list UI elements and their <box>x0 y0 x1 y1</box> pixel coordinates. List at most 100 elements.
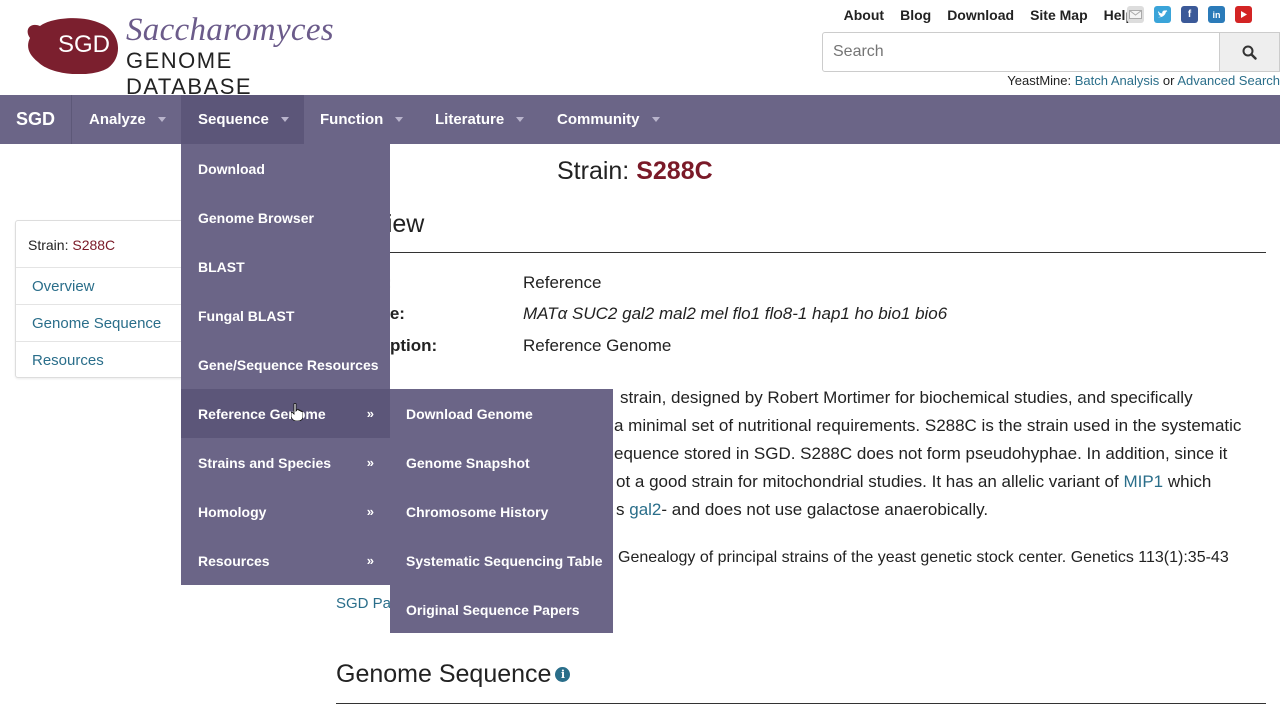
nav-community[interactable]: Community <box>541 95 671 144</box>
submenu-item-label: Genome Snapshot <box>406 454 530 471</box>
menu-item-fungal-blast[interactable]: Fungal BLAST <box>181 291 390 340</box>
genome-sequence-heading-text: Genome Sequence <box>336 660 552 688</box>
submenu-arrow-icon: » <box>366 455 374 470</box>
sidebar-strain-label: Strain: <box>28 237 69 253</box>
sgd-logo[interactable]: SGD Saccharomyces GENOME DATABASE <box>22 12 362 99</box>
logo-title: Saccharomyces <box>126 12 334 48</box>
mip1-link[interactable]: MIP1 <box>1123 472 1163 491</box>
page-title-strain: S288C <box>636 157 713 185</box>
page-title: Strain: S288C <box>557 157 713 186</box>
para-line: equence stored in SGD. S288C does not fo… <box>614 444 1228 463</box>
para-line: ot a good strain for mitochondrial studi… <box>616 472 1124 491</box>
email-icon[interactable] <box>1127 6 1144 23</box>
menu-item-gene-sequence-resources[interactable]: Gene/Sequence Resources <box>181 340 390 389</box>
nav-analyze[interactable]: Analyze <box>72 95 182 144</box>
menu-item-download[interactable]: Download <box>181 144 390 193</box>
para-line-mip1: ot a good strain for mitochondrial studi… <box>616 472 1211 492</box>
nav-function[interactable]: Function <box>304 95 420 144</box>
para-line: s <box>616 500 630 519</box>
genome-sequence-divider <box>336 703 1266 704</box>
menu-item-reference-genome[interactable]: Reference Genome » <box>181 389 390 438</box>
facebook-icon[interactable]: f <box>1181 6 1198 23</box>
youtube-icon[interactable] <box>1235 6 1252 23</box>
menu-item-homology[interactable]: Homology » <box>181 487 390 536</box>
menu-item-label: Download <box>198 160 265 177</box>
sidebar-strain-name: S288C <box>72 237 116 253</box>
nav-brand-sgd[interactable]: SGD <box>0 95 72 144</box>
search-button[interactable] <box>1219 32 1280 72</box>
submenu-arrow-icon: » <box>366 504 374 519</box>
sequence-dropdown-menu: Download Genome Browser BLAST Fungal BLA… <box>181 144 390 585</box>
advanced-search-link[interactable]: Advanced Search <box>1177 73 1280 88</box>
menu-item-label: Fungal BLAST <box>198 307 295 324</box>
sidebar: Strain: S288C Overview Genome Sequence R… <box>15 220 196 378</box>
batch-analysis-link[interactable]: Batch Analysis <box>1075 73 1160 88</box>
blog-link[interactable]: Blog <box>900 7 931 23</box>
info-icon[interactable]: i <box>555 667 571 682</box>
submenu-item-download-genome[interactable]: Download Genome <box>390 389 613 438</box>
submenu-arrow-icon: » <box>366 553 374 568</box>
nav-literature[interactable]: Literature <box>420 95 541 144</box>
nav-label: Literature <box>435 111 505 128</box>
submenu-item-original-sequence-papers[interactable]: Original Sequence Papers <box>390 585 613 634</box>
nav-sequence[interactable]: Sequence <box>181 95 304 144</box>
about-link[interactable]: About <box>844 7 884 23</box>
submenu-item-label: Download Genome <box>406 405 533 422</box>
row-value-genotype: MATα SUC2 gal2 mal2 mel flo1 flo8-1 hap1… <box>523 304 948 323</box>
gal2-link[interactable]: gal2 <box>629 500 661 519</box>
submenu-arrow-icon: » <box>366 406 374 421</box>
caret-down-icon <box>280 117 289 122</box>
twitter-icon[interactable] <box>1154 6 1171 23</box>
nav-label: Community <box>557 111 640 128</box>
hand-cursor-icon <box>291 403 303 421</box>
sidebar-item-label: Resources <box>32 351 104 369</box>
reference-genome-submenu: Download Genome Genome Snapshot Chromoso… <box>390 389 613 633</box>
nav-label: Analyze <box>89 111 146 128</box>
para-line-gal2: s gal2- and does not use galactose anaer… <box>616 500 988 520</box>
menu-item-label: Gene/Sequence Resources <box>198 356 379 373</box>
submenu-item-label: Original Sequence Papers <box>406 601 580 618</box>
reference-citation: Genealogy of principal strains of the ye… <box>618 549 1229 566</box>
sidebar-item-resources[interactable]: Resources <box>16 341 196 378</box>
sidebar-item-overview[interactable]: Overview <box>16 267 196 304</box>
sidebar-item-label: Overview <box>32 277 95 295</box>
submenu-item-genome-snapshot[interactable]: Genome Snapshot <box>390 438 613 487</box>
menu-item-genome-browser[interactable]: Genome Browser <box>181 193 390 242</box>
sidebar-item-genome-sequence[interactable]: Genome Sequence <box>16 304 196 341</box>
menu-item-label: Homology <box>198 503 267 520</box>
search-input[interactable] <box>822 32 1220 72</box>
nav-label: Sequence <box>198 111 269 128</box>
submenu-item-systematic-sequencing-table[interactable]: Systematic Sequencing Table <box>390 536 613 585</box>
para-line: a minimal set of nutritional requirement… <box>614 416 1242 435</box>
or-text: or <box>1162 73 1175 88</box>
social-icons: f in <box>1127 6 1252 23</box>
para-line: - and does not use galactose anaerobical… <box>661 500 989 519</box>
logo-subtitle: GENOME DATABASE <box>126 48 253 99</box>
menu-item-label: Genome Browser <box>198 209 314 226</box>
main-nav: SGD Analyze Sequence Function Literature… <box>0 95 1280 144</box>
submenu-item-label: Systematic Sequencing Table <box>406 552 603 569</box>
sidebar-item-label: Genome Sequence <box>32 314 162 332</box>
menu-item-label: BLAST <box>198 258 245 275</box>
caret-down-icon <box>516 117 525 122</box>
menu-item-label: Strains and Species <box>198 454 332 471</box>
menu-item-resources[interactable]: Resources » <box>181 536 390 585</box>
menu-item-strains-and-species[interactable]: Strains and Species » <box>181 438 390 487</box>
search-icon <box>1242 45 1257 60</box>
row-value-status: Reference <box>523 273 602 292</box>
submenu-item-chromosome-history[interactable]: Chromosome History <box>390 487 613 536</box>
linkedin-icon[interactable]: in <box>1208 6 1225 23</box>
logo-abbrev: SGD <box>58 31 111 58</box>
row-value-description: Reference Genome <box>523 336 672 355</box>
download-link[interactable]: Download <box>947 7 1014 23</box>
nav-label: Function <box>320 111 384 128</box>
site-map-link[interactable]: Site Map <box>1030 7 1088 23</box>
top-links: About Blog Download Site Map Help <box>844 7 1134 23</box>
nav-brand-label: SGD <box>15 109 55 129</box>
caret-down-icon <box>651 117 660 122</box>
sidebar-strain-heading: Strain: S288C <box>28 237 115 253</box>
caret-down-icon <box>157 117 166 122</box>
para-which: which <box>1163 472 1212 491</box>
menu-item-blast[interactable]: BLAST <box>181 242 390 291</box>
site-header: SGD Saccharomyces GENOME DATABASE About … <box>0 0 1280 99</box>
